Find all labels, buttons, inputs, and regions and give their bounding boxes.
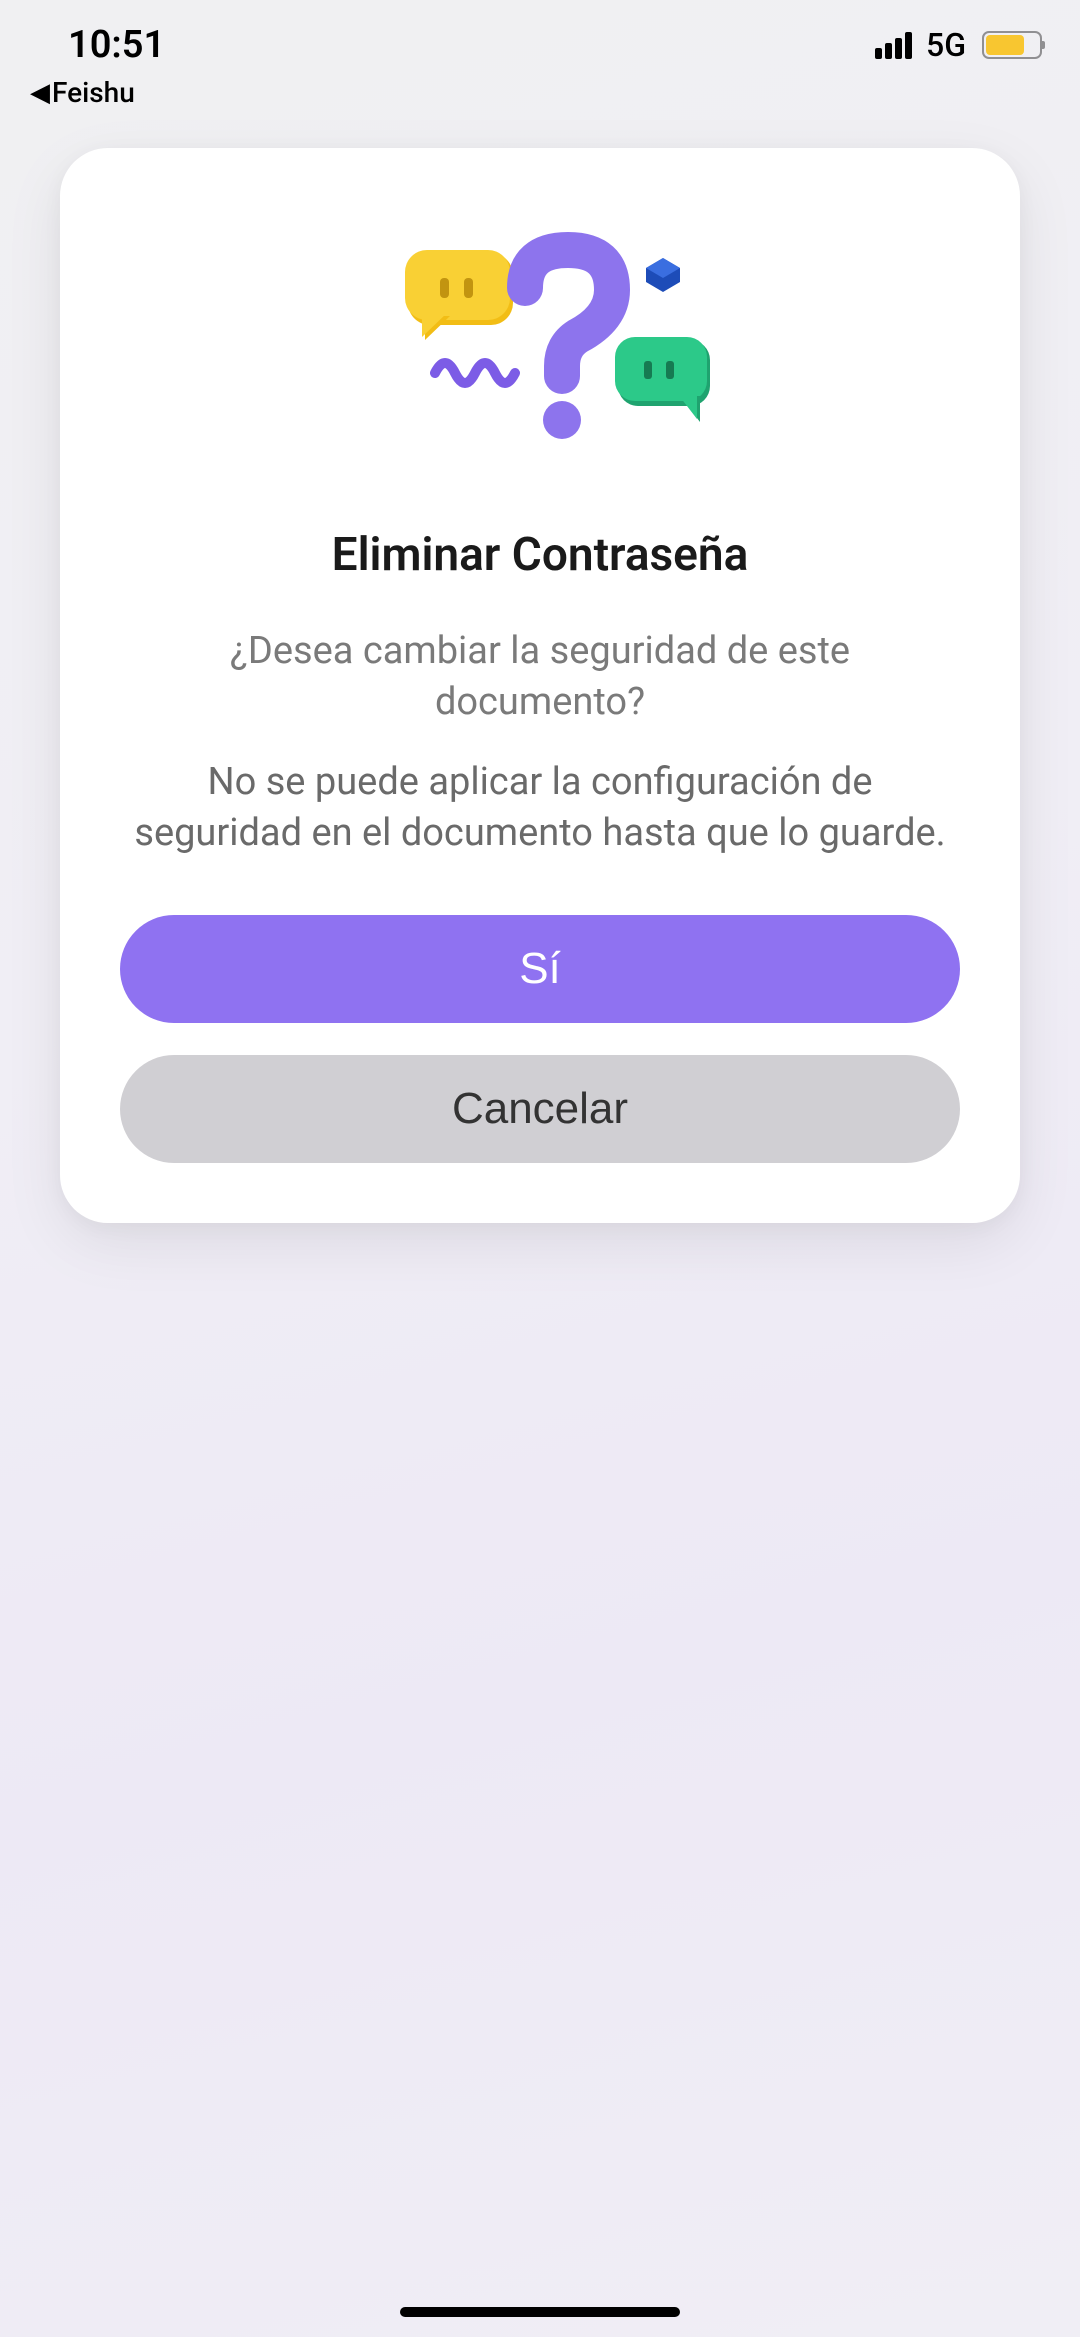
back-arrow-icon: ◀ (30, 78, 50, 108)
status-indicators: 5G (875, 26, 1042, 64)
dialog-title: Eliminar Contraseña (332, 528, 749, 582)
cancel-button[interactable]: Cancelar (120, 1055, 960, 1163)
status-time: 10:51 (68, 23, 165, 67)
network-type: 5G (926, 26, 966, 64)
signal-bars-icon (875, 31, 912, 59)
confirm-button[interactable]: Sí (120, 915, 960, 1023)
back-navigation[interactable]: ◀ Feishu (0, 70, 1080, 109)
battery-icon (982, 31, 1042, 59)
cancel-button-label: Cancelar (452, 1084, 628, 1134)
dialog-illustration (350, 228, 730, 458)
status-bar: 10:51 5G (0, 0, 1080, 70)
dialog-subtitle: ¿Desea cambiar la seguridad de este docu… (120, 626, 960, 729)
back-app-label: Feishu (52, 76, 135, 109)
confirmation-dialog: Eliminar Contraseña ¿Desea cambiar la se… (60, 148, 1020, 1223)
home-indicator[interactable] (400, 2307, 680, 2317)
dialog-description: No se puede aplicar la configuración de … (120, 757, 960, 860)
confirm-button-label: Sí (519, 944, 561, 994)
